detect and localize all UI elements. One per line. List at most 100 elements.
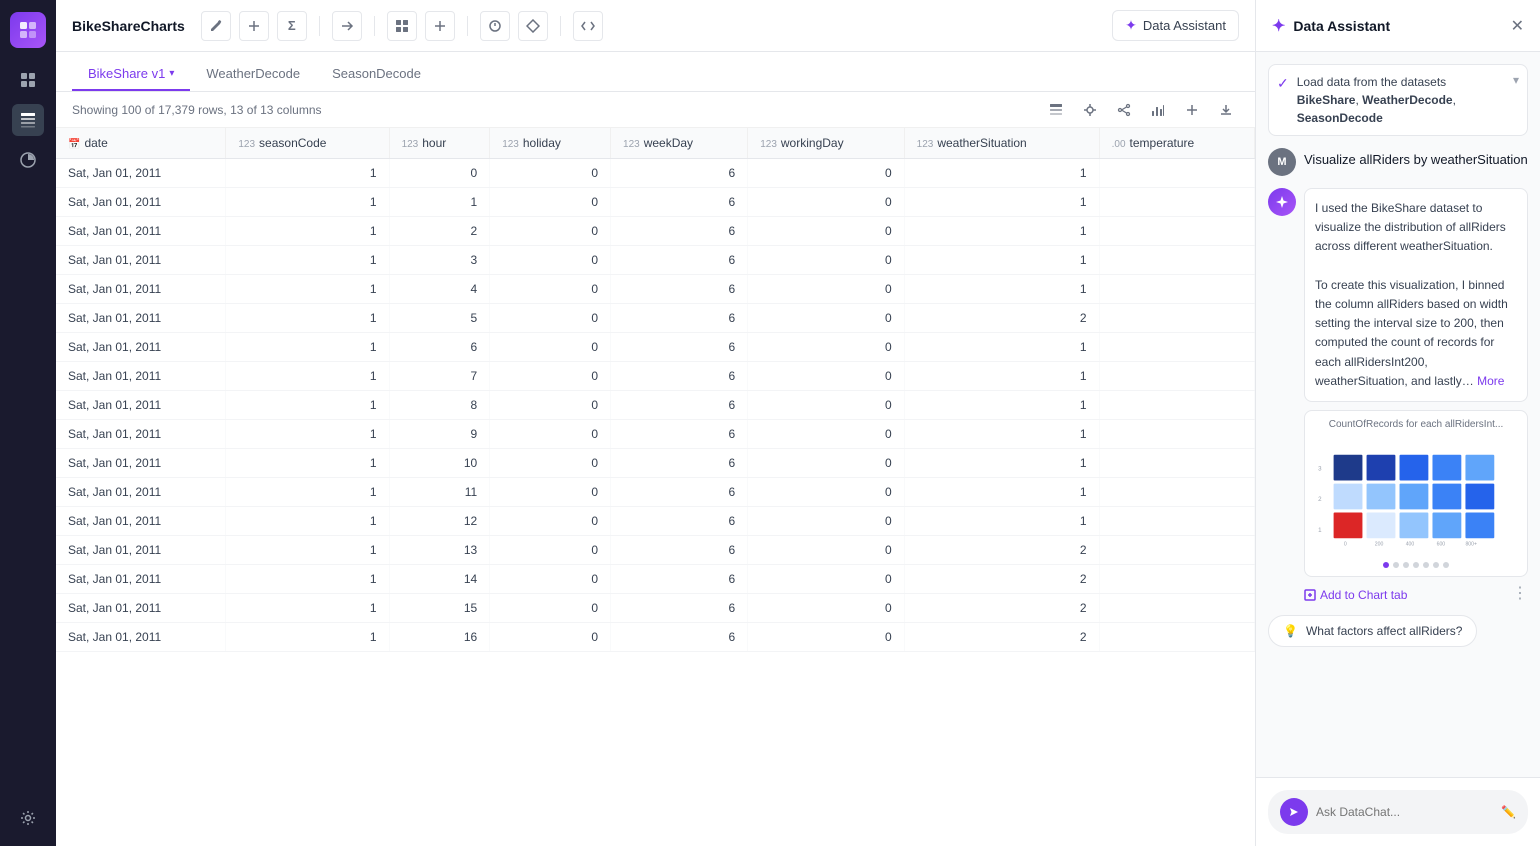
svg-text:600: 600 <box>1437 541 1446 547</box>
chart-title: CountOfRecords for each allRidersInt... <box>1313 419 1519 430</box>
table-row: Sat, Jan 01, 20111140602 <box>56 565 1255 594</box>
table-cell: 6 <box>611 391 748 420</box>
arrow-btn[interactable] <box>332 11 362 41</box>
chat-edit-icon[interactable]: ✏️ <box>1501 805 1516 819</box>
grid-btn[interactable] <box>387 11 417 41</box>
table-cell <box>1099 246 1254 275</box>
table-cell: 0 <box>490 391 611 420</box>
add-btn[interactable] <box>239 11 269 41</box>
data-assistant-panel: ✦ Data Assistant ✕ ✓ Load data from the … <box>1255 0 1540 846</box>
col-header-seasoncode[interactable]: 123seasonCode <box>226 128 389 159</box>
chart-pagination-dots <box>1313 562 1519 568</box>
tab-seasondecode[interactable]: SeasonDecode <box>316 58 437 91</box>
expand-icon[interactable]: ▾ <box>1513 73 1519 87</box>
table-cell: 1 <box>226 188 389 217</box>
table-cell <box>1099 391 1254 420</box>
table-cell: Sat, Jan 01, 2011 <box>56 420 226 449</box>
split-btn[interactable] <box>425 11 455 41</box>
col-header-workingday[interactable]: 123workingDay <box>748 128 904 159</box>
toolbar-divider-2 <box>374 16 375 36</box>
table-cell: Sat, Jan 01, 2011 <box>56 391 226 420</box>
table-cell: 0 <box>748 275 904 304</box>
dot-7[interactable] <box>1443 562 1449 568</box>
heatmap-svg: 3 2 1 <box>1313 436 1519 556</box>
col-header-weathersituation[interactable]: 123weatherSituation <box>904 128 1099 159</box>
panel-header: ✦ Data Assistant ✕ <box>1256 0 1540 52</box>
col-header-date[interactable]: 📅date <box>56 128 226 159</box>
edit-btn[interactable] <box>201 11 231 41</box>
circle-btn[interactable] <box>480 11 510 41</box>
network-btn[interactable] <box>1111 97 1137 123</box>
table-row: Sat, Jan 01, 2011180601 <box>56 391 1255 420</box>
suggestion-chip[interactable]: 💡 What factors affect allRiders? <box>1268 615 1477 647</box>
table-cell: Sat, Jan 01, 2011 <box>56 304 226 333</box>
col-header-weekday[interactable]: 123weekDay <box>611 128 748 159</box>
code-btn[interactable] <box>573 11 603 41</box>
table-row: Sat, Jan 01, 20111150602 <box>56 594 1255 623</box>
table-cell: 1 <box>226 217 389 246</box>
sidebar-item-table[interactable] <box>12 104 44 136</box>
data-table-container[interactable]: 📅date 123seasonCode 123hour 123holiday 1… <box>56 128 1255 846</box>
table-cell <box>1099 565 1254 594</box>
dot-5[interactable] <box>1423 562 1429 568</box>
sigma-btn[interactable]: Σ <box>277 11 307 41</box>
diamond-btn[interactable] <box>518 11 548 41</box>
filter-btn[interactable] <box>1077 97 1103 123</box>
table-cell: 1 <box>226 333 389 362</box>
table-cell: 6 <box>611 478 748 507</box>
dot-4[interactable] <box>1413 562 1419 568</box>
data-assistant-button[interactable]: ✦ Data Assistant <box>1112 10 1239 41</box>
table-view-btn[interactable] <box>1043 97 1069 123</box>
chat-input-field[interactable] <box>1316 805 1493 819</box>
table-cell: 6 <box>611 536 748 565</box>
table-cell: 0 <box>490 217 611 246</box>
tab-seasondecode-label: SeasonDecode <box>332 66 421 81</box>
tab-weatherdecode[interactable]: WeatherDecode <box>190 58 316 91</box>
table-row: Sat, Jan 01, 2011120601 <box>56 217 1255 246</box>
table-cell: 0 <box>748 594 904 623</box>
main-content: BikeShareCharts Σ <box>56 0 1255 846</box>
add-to-chart-button[interactable]: Add to Chart tab <box>1304 588 1407 602</box>
table-cell: 0 <box>490 594 611 623</box>
panel-title: ✦ Data Assistant <box>1272 16 1390 36</box>
table-cell: 0 <box>748 623 904 652</box>
panel-title-icon: ✦ <box>1272 16 1285 36</box>
chart-btn[interactable] <box>1145 97 1171 123</box>
table-cell: 1 <box>904 391 1099 420</box>
sidebar-item-chart[interactable] <box>12 144 44 176</box>
download-btn[interactable] <box>1213 97 1239 123</box>
dot-6[interactable] <box>1433 562 1439 568</box>
chat-input-area: ✏️ <box>1256 777 1540 846</box>
panel-close-button[interactable]: ✕ <box>1511 16 1524 36</box>
table-cell: 7 <box>389 362 490 391</box>
tab-chevron-icon: ▾ <box>169 68 174 79</box>
check-icon: ✓ <box>1277 75 1289 92</box>
table-cell: 1 <box>226 420 389 449</box>
chat-send-button[interactable] <box>1280 798 1308 826</box>
tab-bikeshare[interactable]: BikeShare v1 ▾ <box>72 58 190 91</box>
table-cell: 1 <box>226 159 389 188</box>
toolbar-divider-1 <box>319 16 320 36</box>
col-header-temperature[interactable]: .00temperature <box>1099 128 1254 159</box>
table-cell: 0 <box>748 362 904 391</box>
table-cell: 6 <box>611 246 748 275</box>
table-cell: 0 <box>490 275 611 304</box>
add-col-btn[interactable] <box>1179 97 1205 123</box>
table-cell: 8 <box>389 391 490 420</box>
table-cell: 10 <box>389 449 490 478</box>
table-row: Sat, Jan 01, 20111100601 <box>56 449 1255 478</box>
dot-1[interactable] <box>1383 562 1389 568</box>
table-cell: 6 <box>611 507 748 536</box>
more-options-button[interactable]: ⋮ <box>1512 583 1528 603</box>
col-header-hour[interactable]: 123hour <box>389 128 490 159</box>
chart-preview: CountOfRecords for each allRidersInt... … <box>1304 410 1528 577</box>
table-cell <box>1099 420 1254 449</box>
toolbar-divider-4 <box>560 16 561 36</box>
table-cell: 4 <box>389 275 490 304</box>
more-link[interactable]: More <box>1477 374 1504 388</box>
dot-2[interactable] <box>1393 562 1399 568</box>
dot-3[interactable] <box>1403 562 1409 568</box>
col-header-holiday[interactable]: 123holiday <box>490 128 611 159</box>
sidebar-item-settings[interactable] <box>12 802 44 834</box>
sidebar-item-grid[interactable] <box>12 64 44 96</box>
